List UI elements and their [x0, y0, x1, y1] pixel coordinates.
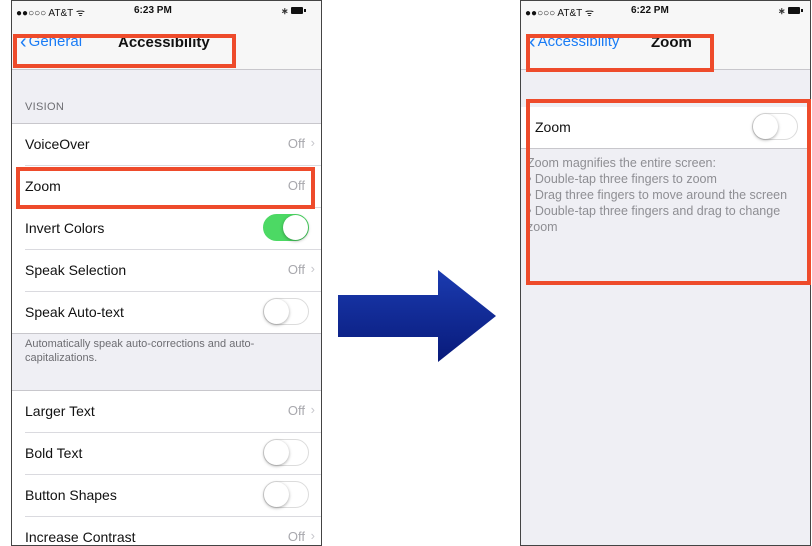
setting-row-increase-contrast[interactable]: Increase Contrast Off ›: [25, 517, 321, 545]
status-bar: ●●○○○ AT&T ᯤ 6:22 PM ∗: [521, 1, 810, 21]
zoom-description-bullet: • Double-tap three fingers and drag to c…: [527, 204, 781, 234]
battery-icon: ∗: [778, 6, 804, 16]
speak-auto-text-footer: Automatically speak auto-corrections and…: [25, 338, 255, 364]
page-title: Zoom: [651, 34, 692, 51]
right-arrow-icon: [338, 270, 496, 362]
bluetooth-icon: ∗: [281, 6, 289, 16]
back-button-label: General: [28, 33, 83, 50]
setting-label: VoiceOver: [25, 136, 90, 152]
setting-label: Speak Auto-text: [25, 304, 124, 320]
setting-label: Button Shapes: [25, 487, 117, 503]
setting-label: Invert Colors: [25, 220, 105, 236]
setting-row-zoom[interactable]: Zoom Off ›: [25, 166, 321, 208]
setting-value: Off: [287, 403, 305, 418]
chevron-right-icon: ›: [310, 177, 315, 192]
setting-value: Off: [287, 178, 305, 193]
setting-row-speak-auto-text[interactable]: Speak Auto-text: [25, 292, 321, 333]
chevron-left-icon: ‹: [529, 31, 536, 53]
chevron-right-icon: ›: [310, 135, 315, 150]
carrier-signal: ●●○○○ AT&T ᯤ: [16, 8, 85, 19]
zoom-description-heading: Zoom magnifies the entire screen:: [527, 156, 716, 170]
setting-value: Off: [287, 529, 305, 544]
left-phone-screen: ●●○○○ AT&T ᯤ 6:23 PM ∗ ‹ General Accessib…: [11, 0, 322, 546]
setting-label: Zoom: [25, 178, 61, 194]
setting-row-bold-text[interactable]: Bold Text: [25, 433, 321, 475]
status-bar: ●●○○○ AT&T ᯤ 6:23 PM ∗: [12, 1, 321, 21]
zoom-description: Zoom magnifies the entire screen: • Doub…: [527, 155, 809, 235]
status-time: 6:22 PM: [631, 5, 669, 16]
section-header-vision: VISION: [25, 101, 65, 113]
zoom-label: Zoom: [535, 119, 571, 135]
page-title: Accessibility: [118, 34, 210, 51]
chevron-right-icon: ›: [310, 261, 315, 276]
navigation-bar: ‹ General Accessibility: [12, 21, 321, 70]
setting-row-larger-text[interactable]: Larger Text Off ›: [25, 391, 321, 433]
vision-settings-group: VoiceOver Off › Zoom Off › Invert Colors Speak …: [12, 123, 321, 334]
setting-row-invert-colors[interactable]: Invert Colors: [25, 208, 321, 250]
zoom-toggle[interactable]: [752, 113, 798, 140]
status-time: 6:23 PM: [134, 5, 172, 16]
back-button-label: Accessibility: [537, 33, 620, 50]
setting-label: Speak Selection: [25, 262, 127, 278]
setting-label: Increase Contrast: [25, 529, 136, 545]
setting-row-speak-selection[interactable]: Speak Selection Off ›: [25, 250, 321, 292]
back-button[interactable]: ‹ Accessibility: [529, 31, 620, 53]
speak-auto-text-toggle[interactable]: [263, 298, 309, 325]
chevron-left-icon: ‹: [20, 31, 27, 53]
setting-value: Off: [287, 136, 305, 151]
setting-row-voiceover[interactable]: VoiceOver Off ›: [25, 124, 321, 166]
chevron-right-icon: ›: [310, 528, 315, 543]
zoom-settings-group: Zoom: [521, 107, 810, 149]
zoom-toggle-row[interactable]: Zoom: [535, 107, 810, 148]
setting-label: Bold Text: [25, 445, 83, 461]
setting-label: Larger Text: [25, 403, 95, 419]
zoom-description-bullet: • Drag three fingers to move around the …: [527, 188, 788, 202]
bold-text-toggle[interactable]: [263, 439, 309, 466]
invert-colors-toggle[interactable]: [263, 214, 309, 241]
back-button[interactable]: ‹ General: [20, 31, 83, 53]
navigation-bar: ‹ Accessibility Zoom: [521, 21, 810, 70]
button-shapes-toggle[interactable]: [263, 481, 309, 508]
bluetooth-icon: ∗: [778, 6, 786, 16]
battery-icon: ∗: [281, 6, 307, 16]
carrier-signal: ●●○○○ AT&T ᯤ: [525, 8, 594, 19]
right-phone-screen: ●●○○○ AT&T ᯤ 6:22 PM ∗ ‹ Accessibility Zo…: [520, 0, 811, 546]
chevron-right-icon: ›: [310, 402, 315, 417]
text-settings-group: Larger Text Off › Bold Text Button Shapes Inc…: [12, 390, 321, 545]
setting-value: Off: [287, 262, 305, 277]
zoom-description-bullet: • Double-tap three fingers to zoom: [527, 172, 717, 186]
setting-row-button-shapes[interactable]: Button Shapes: [25, 475, 321, 517]
